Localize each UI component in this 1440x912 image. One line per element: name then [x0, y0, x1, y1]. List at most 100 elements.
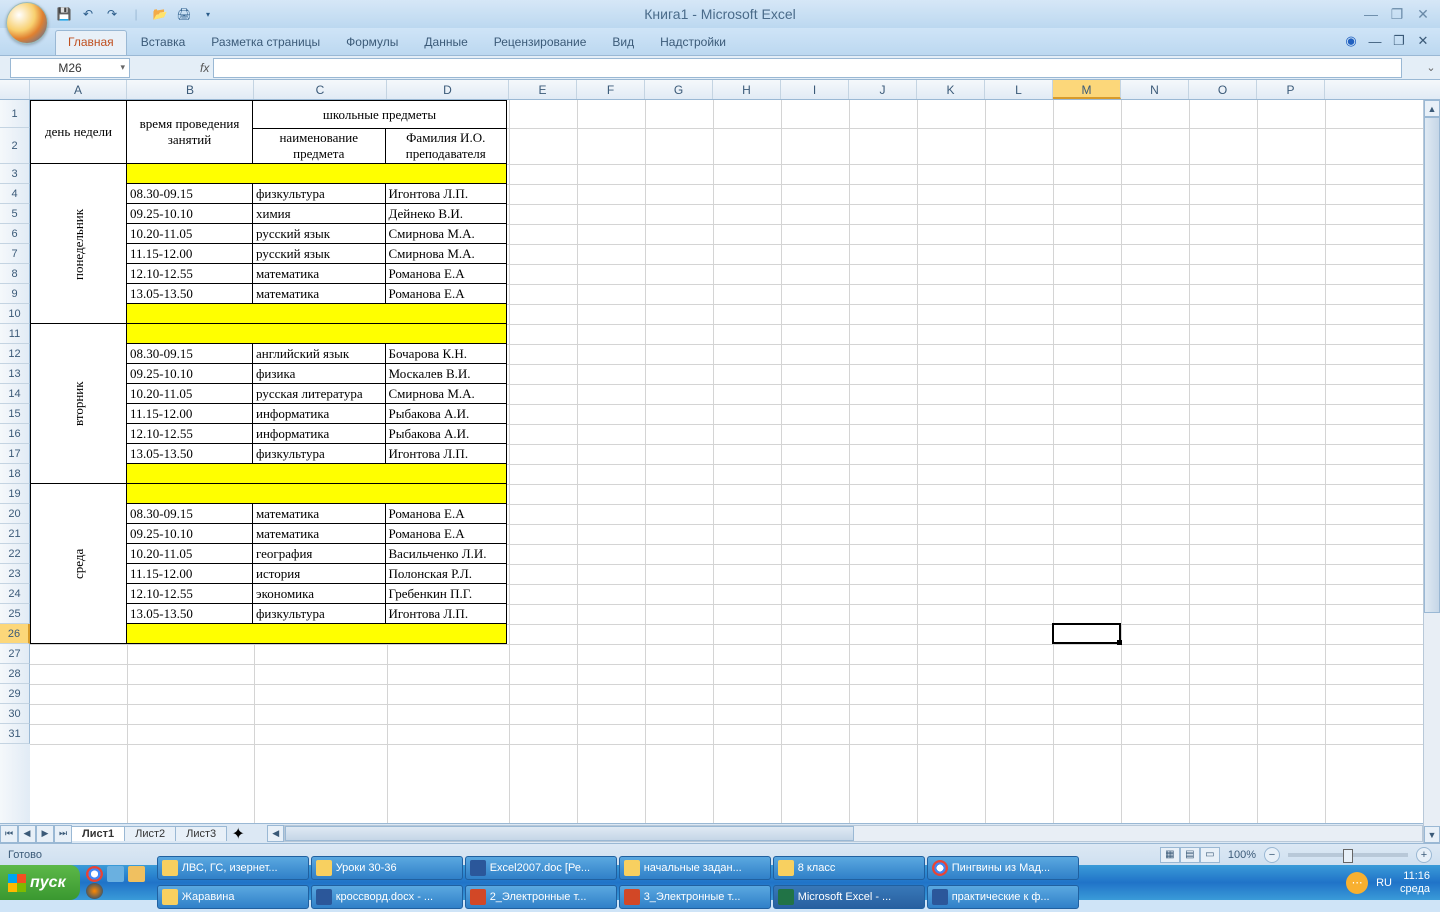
- cell-teacher[interactable]: Рыбакова А.И.: [385, 404, 506, 424]
- tab-page-layout[interactable]: Разметка страницы: [199, 31, 332, 55]
- grid-cells[interactable]: день недели время проведения занятий шко…: [30, 100, 1440, 823]
- taskbar-task[interactable]: 8 класс: [773, 856, 925, 880]
- cell-subject[interactable]: русский язык: [253, 244, 386, 264]
- office-button[interactable]: [6, 2, 48, 44]
- cell-teacher[interactable]: Полонская Р.Л.: [385, 564, 506, 584]
- cell-teacher[interactable]: Романова Е.А: [385, 524, 506, 544]
- row-header-18[interactable]: 18: [0, 464, 30, 484]
- row-header-19[interactable]: 19: [0, 484, 30, 504]
- sheet-tab-1[interactable]: Лист1: [71, 826, 125, 841]
- cell-time[interactable]: 08.30-09.15: [127, 344, 253, 364]
- taskbar-task[interactable]: Microsoft Excel - ...: [773, 885, 925, 909]
- cell-subject[interactable]: математика: [253, 284, 386, 304]
- ql-chrome-icon[interactable]: [86, 866, 103, 882]
- col-header-O[interactable]: O: [1189, 80, 1257, 99]
- cell-time[interactable]: 12.10-12.55: [127, 584, 253, 604]
- tab-data[interactable]: Данные: [412, 31, 479, 55]
- ql-media-player-icon[interactable]: [86, 883, 103, 899]
- taskbar-task[interactable]: Excel2007.doc [Ре...: [465, 856, 617, 880]
- row-header-29[interactable]: 29: [0, 684, 30, 704]
- row-header-2[interactable]: 2: [0, 128, 30, 164]
- cell-teacher[interactable]: Смирнова М.А.: [385, 384, 506, 404]
- cell-teacher[interactable]: Дейнеко В.И.: [385, 204, 506, 224]
- cell-time[interactable]: 10.20-11.05: [127, 544, 253, 564]
- formula-bar-expand-icon[interactable]: ⌄: [1422, 61, 1440, 74]
- cell-time[interactable]: 13.05-13.50: [127, 444, 253, 464]
- cell-subject[interactable]: информатика: [253, 424, 386, 444]
- cell-subject[interactable]: математика: [253, 504, 386, 524]
- sheet-nav-prev-icon[interactable]: ◀: [18, 825, 36, 843]
- tab-formulas[interactable]: Формулы: [334, 31, 410, 55]
- sheet-nav-last-icon[interactable]: ⏭: [54, 825, 72, 843]
- cell-subject[interactable]: русская литература: [253, 384, 386, 404]
- tab-home[interactable]: Главная: [55, 30, 127, 55]
- cell-subject[interactable]: физика: [253, 364, 386, 384]
- formula-input[interactable]: [213, 58, 1402, 78]
- select-all-corner[interactable]: [0, 80, 30, 99]
- zoom-slider[interactable]: [1288, 853, 1408, 857]
- cell-teacher[interactable]: Смирнова М.А.: [385, 244, 506, 264]
- taskbar-task[interactable]: Пингвины из Мад...: [927, 856, 1079, 880]
- cell-teacher[interactable]: Смирнова М.А.: [385, 224, 506, 244]
- inner-minimize-icon[interactable]: —: [1366, 32, 1384, 50]
- row-header-16[interactable]: 16: [0, 424, 30, 444]
- row-header-6[interactable]: 6: [0, 224, 30, 244]
- taskbar-task[interactable]: Жаравина: [157, 885, 309, 909]
- fx-icon[interactable]: fx: [200, 61, 209, 75]
- row-header-13[interactable]: 13: [0, 364, 30, 384]
- cell-subject[interactable]: информатика: [253, 404, 386, 424]
- cell-teacher[interactable]: Васильченко Л.И.: [385, 544, 506, 564]
- row-header-24[interactable]: 24: [0, 584, 30, 604]
- inner-close-icon[interactable]: ✕: [1414, 32, 1432, 50]
- row-header-25[interactable]: 25: [0, 604, 30, 624]
- cell-time[interactable]: 11.15-12.00: [127, 564, 253, 584]
- cell-time[interactable]: 09.25-10.10: [127, 364, 253, 384]
- col-header-D[interactable]: D: [387, 80, 509, 99]
- col-header-F[interactable]: F: [577, 80, 645, 99]
- cell-teacher[interactable]: Романова Е.А: [385, 264, 506, 284]
- col-header-N[interactable]: N: [1121, 80, 1189, 99]
- row-header-23[interactable]: 23: [0, 564, 30, 584]
- zoom-in-icon[interactable]: +: [1416, 847, 1432, 863]
- tab-insert[interactable]: Вставка: [129, 31, 198, 55]
- row-header-9[interactable]: 9: [0, 284, 30, 304]
- row-header-7[interactable]: 7: [0, 244, 30, 264]
- row-header-5[interactable]: 5: [0, 204, 30, 224]
- cell-teacher[interactable]: Москалев В.И.: [385, 364, 506, 384]
- cell-teacher[interactable]: Романова Е.А: [385, 504, 506, 524]
- vscroll-thumb[interactable]: [1424, 117, 1440, 613]
- cell-subject[interactable]: математика: [253, 264, 386, 284]
- print-preview-icon[interactable]: 🖨: [175, 5, 193, 23]
- ql-explorer-icon[interactable]: [128, 866, 145, 882]
- cell-teacher[interactable]: Игонтова Л.П.: [385, 444, 506, 464]
- cell-subject[interactable]: история: [253, 564, 386, 584]
- cell-subject[interactable]: математика: [253, 524, 386, 544]
- row-header-10[interactable]: 10: [0, 304, 30, 324]
- row-header-28[interactable]: 28: [0, 664, 30, 684]
- taskbar-task[interactable]: кроссворд.docx - ...: [311, 885, 463, 909]
- taskbar-task[interactable]: Уроки 30-36: [311, 856, 463, 880]
- cell-time[interactable]: 12.10-12.55: [127, 424, 253, 444]
- row-header-14[interactable]: 14: [0, 384, 30, 404]
- cell-time[interactable]: 08.30-09.15: [127, 504, 253, 524]
- scroll-up-icon[interactable]: ▲: [1424, 100, 1440, 117]
- tab-review[interactable]: Рецензирование: [482, 31, 599, 55]
- col-header-C[interactable]: C: [254, 80, 387, 99]
- cell-teacher[interactable]: Рыбакова А.И.: [385, 424, 506, 444]
- undo-icon[interactable]: ↶: [79, 5, 97, 23]
- cell-teacher[interactable]: Игонтова Л.П.: [385, 604, 506, 624]
- row-header-11[interactable]: 11: [0, 324, 30, 344]
- taskbar-task[interactable]: практические к ф...: [927, 885, 1079, 909]
- col-header-L[interactable]: L: [985, 80, 1053, 99]
- row-header-8[interactable]: 8: [0, 264, 30, 284]
- sheet-nav-first-icon[interactable]: ⏮: [0, 825, 18, 843]
- cell-time[interactable]: 09.25-10.10: [127, 204, 253, 224]
- row-header-12[interactable]: 12: [0, 344, 30, 364]
- start-button[interactable]: пуск: [0, 865, 80, 900]
- col-header-B[interactable]: B: [127, 80, 254, 99]
- row-header-22[interactable]: 22: [0, 544, 30, 564]
- row-header-1[interactable]: 1: [0, 100, 30, 128]
- tab-addins[interactable]: Надстройки: [648, 31, 738, 55]
- sheet-nav-next-icon[interactable]: ▶: [36, 825, 54, 843]
- col-header-A[interactable]: A: [30, 80, 127, 99]
